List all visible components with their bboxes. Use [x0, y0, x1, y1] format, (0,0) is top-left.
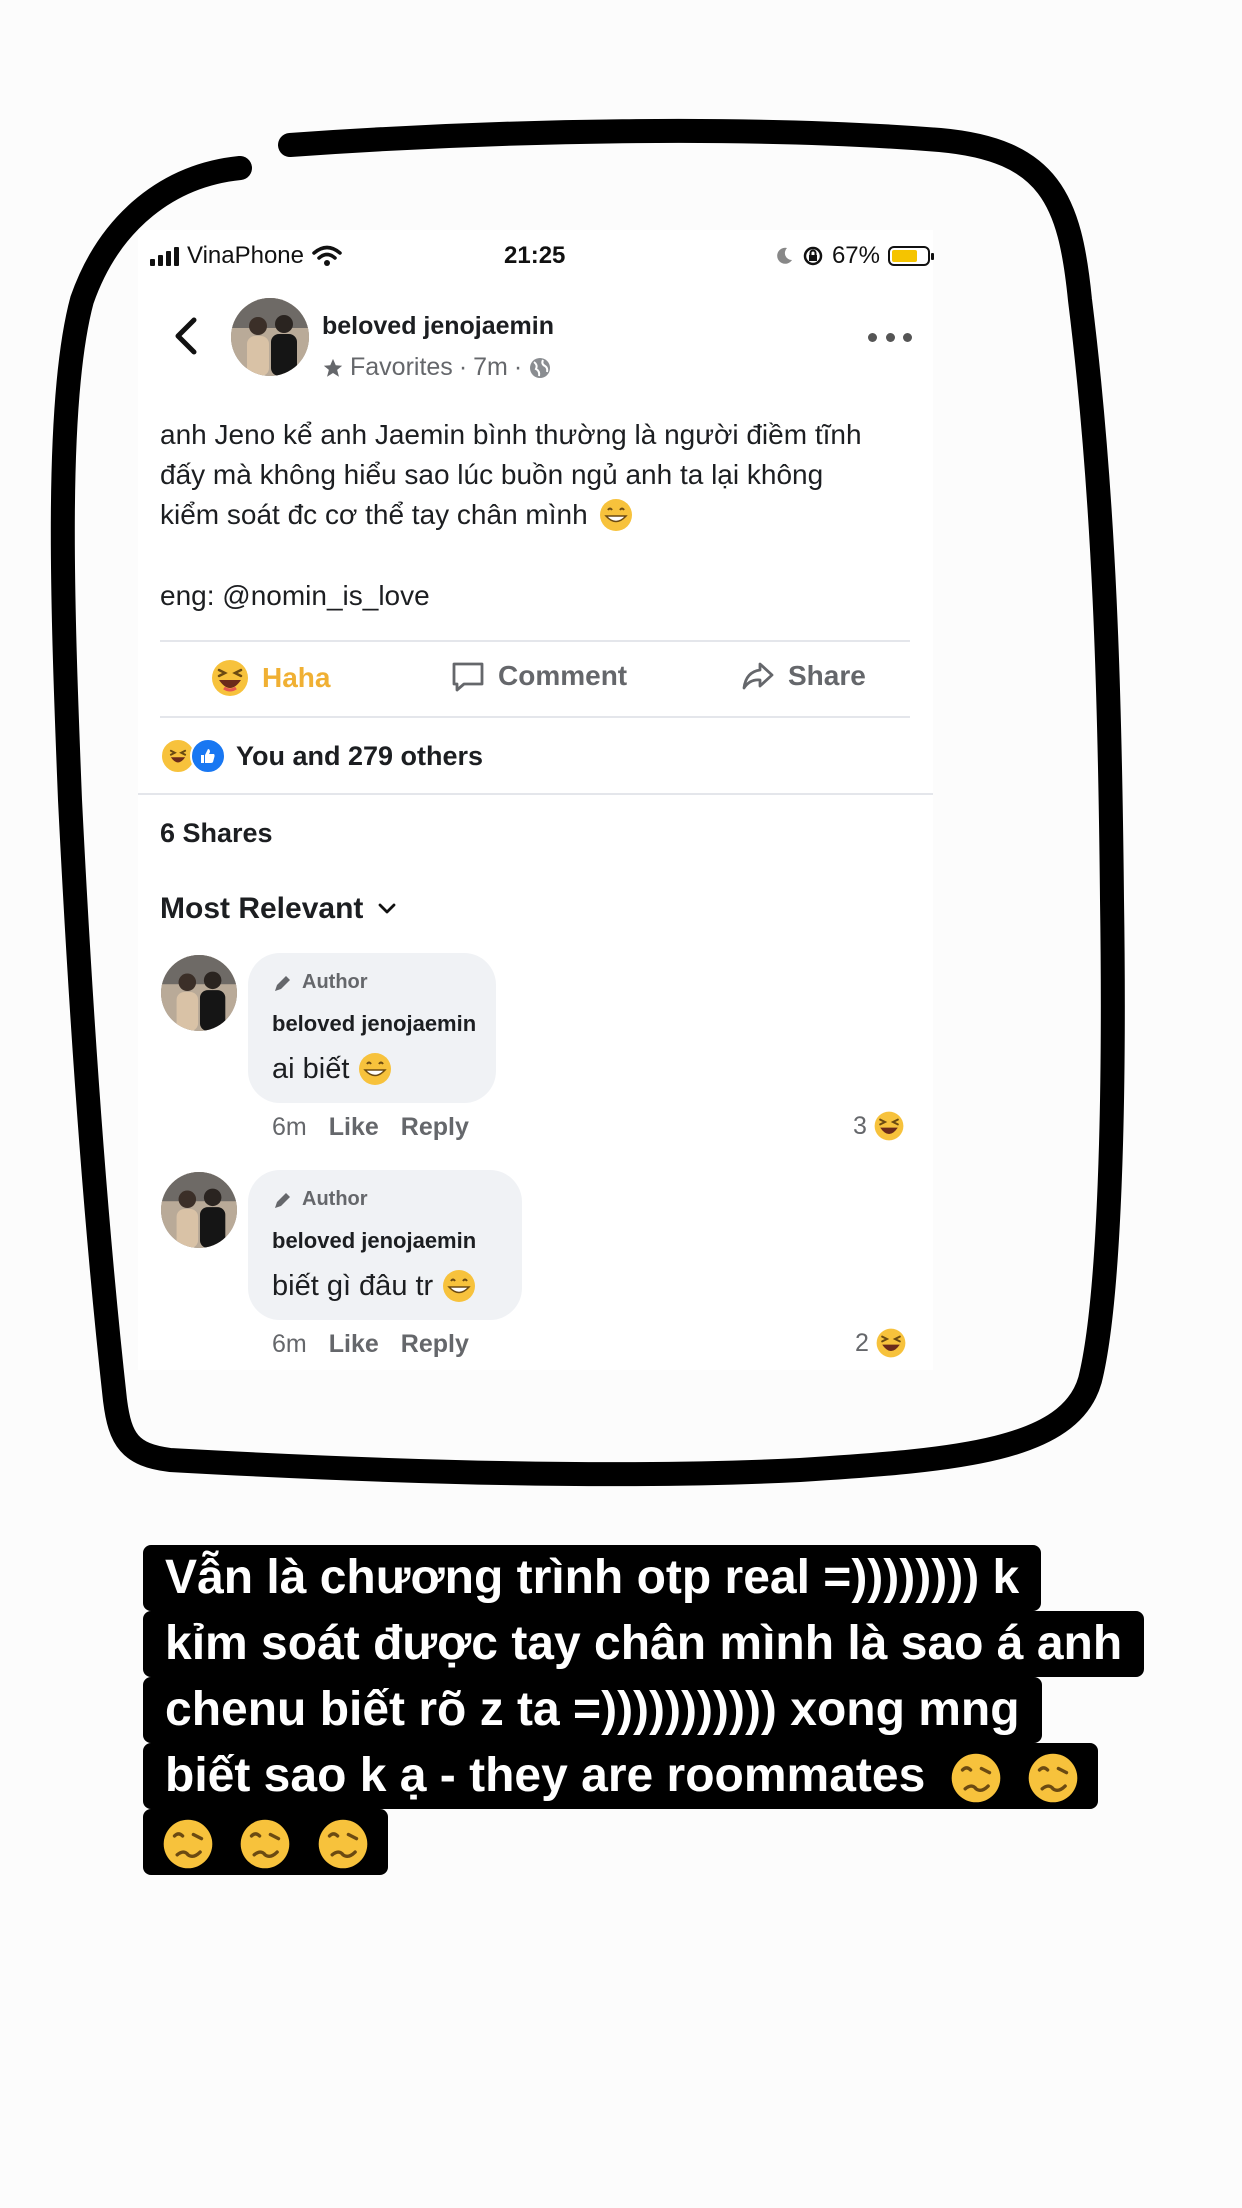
carrier-label: VinaPhone	[187, 242, 304, 269]
comment-bubble[interactable]: Author beloved jenojaemin ai biết	[248, 953, 496, 1103]
moon-icon	[777, 247, 792, 264]
haha-emoji-icon	[876, 1328, 906, 1358]
comment-icon	[452, 662, 484, 692]
haha-reaction-button[interactable]: Haha	[210, 658, 330, 698]
comment-reaction-number: 2	[855, 1328, 869, 1357]
reactions-count-label: You and 279 others	[236, 740, 484, 771]
comment-bubble[interactable]: Author beloved jenojaemin biết gì đâu tr	[248, 1170, 522, 1320]
grin-emoji-icon	[443, 1270, 476, 1302]
haha-emoji-icon	[212, 660, 248, 696]
status-bar: VinaPhone 21:25 67%	[150, 240, 934, 276]
pen-icon	[275, 975, 290, 991]
post-author-name[interactable]: beloved jenojaemin	[322, 312, 554, 341]
battery-percent: 67%	[831, 242, 880, 269]
avatar[interactable]	[161, 1172, 237, 1248]
post-text-line: kiểm soát đc cơ thể tay chân mình	[160, 499, 588, 530]
comment-like-button[interactable]: Like	[329, 1330, 379, 1359]
globe-icon	[530, 357, 551, 378]
haha-label: Haha	[262, 662, 331, 693]
grin-emoji-icon	[359, 1053, 392, 1085]
shares-count[interactable]: 6 Shares	[160, 818, 273, 849]
audience-label[interactable]: Favorites	[350, 353, 453, 382]
comment-author-name[interactable]: beloved jenojaemin	[272, 1011, 476, 1037]
chevron-down-icon	[378, 903, 396, 914]
woozy-face-emoji-icon	[1028, 1754, 1078, 1803]
grin-emoji-icon	[599, 499, 632, 531]
comment-reply-button[interactable]: Reply	[401, 1113, 469, 1142]
comment-reaction-number: 3	[853, 1111, 867, 1140]
comment-meta: 6m Like Reply	[272, 1113, 469, 1142]
battery-icon	[888, 246, 934, 266]
comment-meta: 6m Like Reply	[272, 1330, 469, 1359]
comment-age: 6m	[272, 1113, 307, 1141]
meta-separator: ·	[513, 353, 523, 381]
translation-credit: eng: @nomin_is_love	[160, 580, 430, 611]
reactions-summary[interactable]: You and 279 others	[160, 738, 483, 774]
avatar[interactable]	[231, 298, 309, 376]
author-badge: Author	[272, 971, 368, 994]
comment-text-content: ai biết	[272, 1052, 350, 1085]
star-icon	[323, 358, 343, 377]
caption-line: Vẫn là chương trình otp real =)))))))) k	[143, 1545, 1042, 1611]
divider	[160, 716, 910, 718]
back-icon[interactable]	[168, 314, 204, 358]
comment-age: 6m	[272, 1330, 307, 1358]
orientation-lock-icon	[803, 246, 823, 266]
pen-icon	[275, 1192, 290, 1208]
clock: 21:25	[504, 242, 566, 269]
comment-author-name[interactable]: beloved jenojaemin	[272, 1228, 476, 1254]
sort-label: Most Relevant	[160, 892, 364, 925]
signal-icon	[150, 246, 179, 266]
author-badge: Author	[272, 1188, 368, 1211]
haha-emoji-icon	[874, 1111, 904, 1141]
post-text-line: anh Jeno kể anh Jaemin bình thường là ng…	[160, 419, 862, 450]
post-actions: Haha Comment Share	[160, 640, 910, 718]
comment-reaction-count[interactable]: 3	[853, 1110, 905, 1142]
wifi-icon	[312, 245, 342, 266]
woozy-face-emoji-icon	[163, 1820, 213, 1869]
caption-line: chenu biết rõ z ta =))))))))))) xong mng	[143, 1677, 1042, 1743]
comment-reaction-count[interactable]: 2	[855, 1327, 907, 1359]
comment-like-button[interactable]: Like	[329, 1113, 379, 1142]
like-reaction-icon	[190, 738, 226, 774]
avatar[interactable]	[161, 955, 237, 1031]
author-badge-label: Author	[302, 971, 368, 993]
comment-label: Comment	[498, 660, 628, 691]
post-age: 7m	[473, 353, 508, 381]
meta-separator: ·	[458, 353, 468, 381]
comment-button[interactable]: Comment	[450, 658, 627, 694]
share-button[interactable]: Share	[740, 658, 866, 694]
comment-text: ai biết	[272, 1051, 393, 1087]
post-meta: Favorites · 7m ·	[322, 353, 552, 382]
caption-emoji-line	[143, 1809, 388, 1875]
woozy-face-emoji-icon	[951, 1754, 1000, 1803]
comment-text-content: biết gì đâu tr	[272, 1269, 434, 1302]
author-badge-label: Author	[302, 1188, 368, 1210]
share-label: Share	[788, 660, 866, 691]
post-text: anh Jeno kể anh Jaemin bình thường là ng…	[160, 415, 920, 535]
comment-text: biết gì đâu tr	[272, 1268, 477, 1304]
story-caption: Vẫn là chương trình otp real =)))))))) k…	[143, 1545, 1183, 1875]
share-icon	[742, 662, 774, 690]
post-text-line: đấy mà không hiểu sao lúc buồn ngủ anh t…	[160, 459, 824, 490]
divider	[138, 793, 933, 795]
caption-line: biết sao k ạ - they are roommates	[165, 1749, 926, 1802]
caption-line: kỉm soát được tay chân mình là sao á anh	[143, 1611, 1145, 1677]
more-options-icon[interactable]	[868, 322, 912, 352]
woozy-face-emoji-icon	[318, 1820, 367, 1869]
comment-reply-button[interactable]: Reply	[401, 1330, 469, 1359]
caption-line-with-emoji: biết sao k ạ - they are roommates	[143, 1743, 1098, 1809]
woozy-face-emoji-icon	[241, 1820, 290, 1869]
comment-sort-dropdown[interactable]: Most Relevant	[160, 892, 397, 926]
